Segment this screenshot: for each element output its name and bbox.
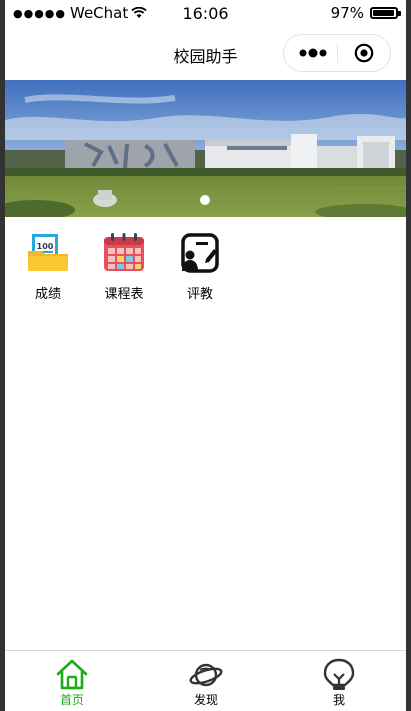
status-bar: ●●●●● WeChat 16:06 97% [5,0,406,28]
tab-home[interactable]: 首页 [5,651,139,711]
grid-item-label: 课程表 [104,287,144,302]
battery-icon [370,7,401,19]
score-folder-icon: 100 [28,234,68,271]
tab-label: 首页 [59,693,84,707]
function-grid: 100 成绩 课程表 评教 [5,228,406,302]
banner-carousel[interactable] [5,80,406,217]
tab-label: 我 [332,693,345,707]
tab-me[interactable]: 我 [272,651,406,711]
carousel-indicator-dot[interactable] [200,195,210,205]
grid-item-label: 评教 [186,287,213,302]
svg-text:100: 100 [37,242,54,251]
phone-screen: ●●●●● WeChat 16:06 97% 校园助手 100 成绩 课程表 评… [5,0,406,711]
mini-program-capsule [283,34,391,72]
home-icon [56,659,88,690]
navigation-bar: 校园助手 [5,28,406,80]
battery-percent: 97% [330,4,364,22]
tab-bar: 首页 发现 我 [5,650,406,711]
battery-fill [373,10,394,16]
lightbulb-icon [323,658,355,690]
more-options-button[interactable] [298,44,328,62]
grid-item-timetable[interactable]: 课程表 [91,228,157,302]
tab-discover[interactable]: 发现 [139,651,273,711]
calendar-icon [104,233,144,271]
tab-label: 发现 [193,693,218,707]
capsule-divider [337,44,338,63]
battery-tip [398,11,401,16]
grid-item-score[interactable]: 100 成绩 [15,228,81,302]
evaluation-icon [181,233,219,273]
planet-icon [189,663,223,687]
status-right: 97% [330,4,401,22]
close-mini-program-button[interactable] [354,43,374,63]
grid-item-label: 成绩 [34,287,61,302]
grid-item-evaluation[interactable]: 评教 [167,228,233,302]
